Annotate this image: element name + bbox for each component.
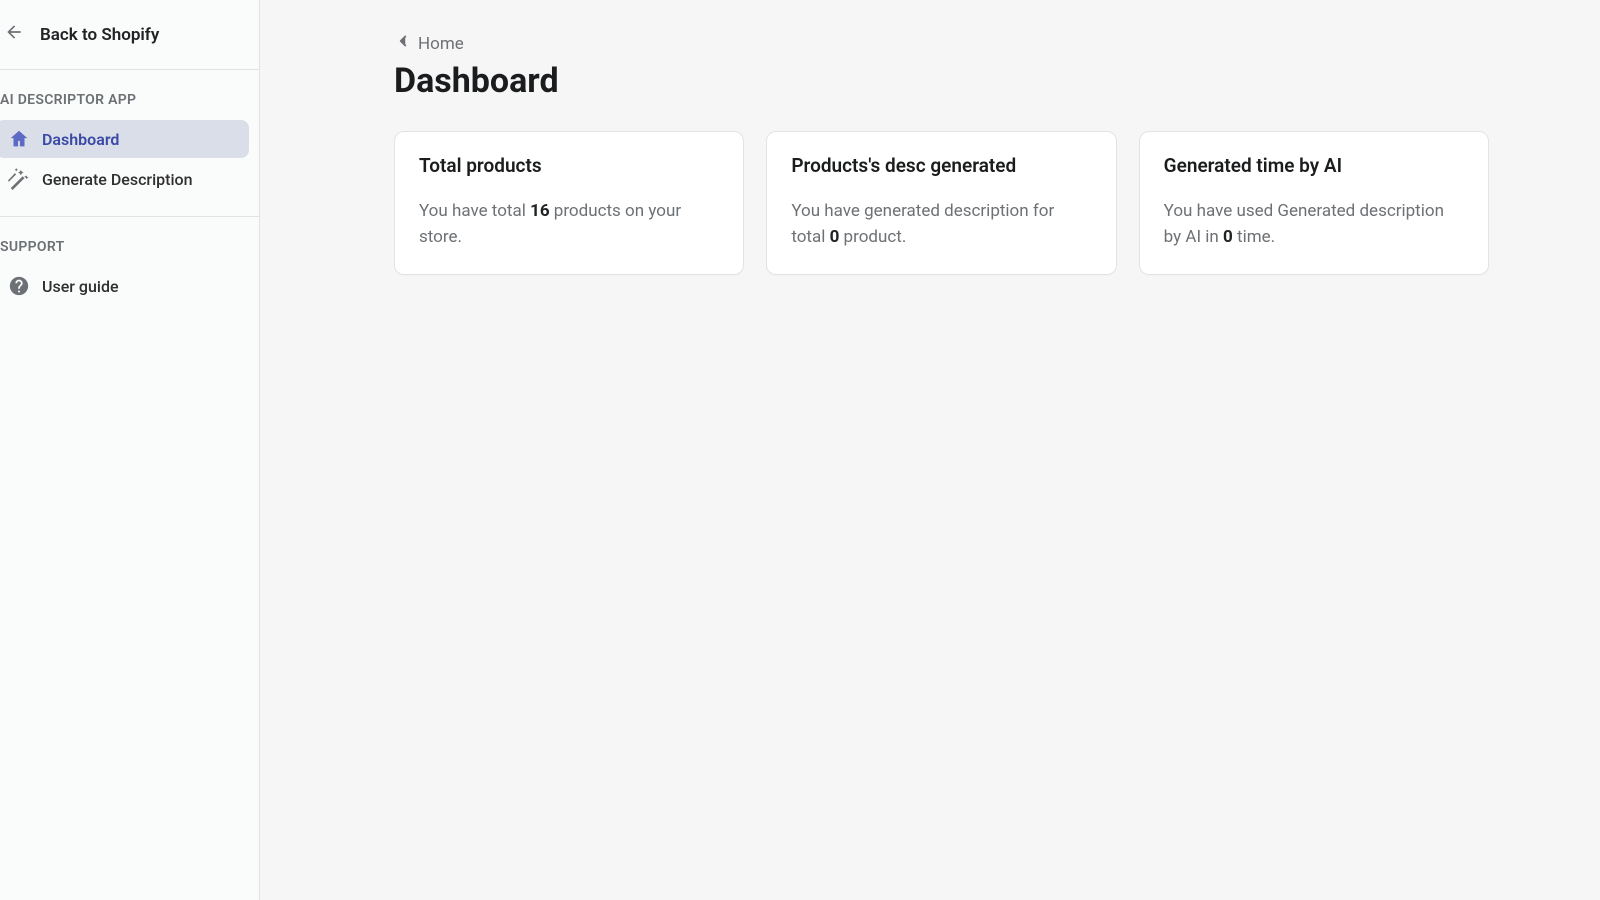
card-total-products: Total products You have total 16 product… — [394, 131, 744, 275]
card-body: You have used Generated description by A… — [1164, 199, 1464, 250]
back-to-shopify-label: Back to Shopify — [40, 25, 159, 45]
sidebar-item-label: Generate Description — [42, 170, 193, 189]
sidebar-item-label: User guide — [42, 277, 119, 296]
section-support: SUPPORT User guide — [0, 217, 259, 323]
card-title: Total products — [419, 154, 719, 177]
card-title: Products's desc generated — [791, 154, 1091, 177]
wand-icon — [8, 168, 30, 190]
card-desc-generated: Products's desc generated You have gener… — [766, 131, 1116, 275]
card-value: 0 — [830, 227, 840, 247]
breadcrumb-label: Home — [418, 34, 464, 54]
main-content: Home Dashboard Total products You have t… — [260, 0, 1600, 900]
card-body: You have total 16 products on your store… — [419, 199, 719, 250]
section-header-support: SUPPORT — [0, 217, 259, 265]
card-value: 0 — [1223, 227, 1233, 247]
arrow-left-icon — [4, 22, 24, 47]
section-header-app: AI DESCRIPTOR APP — [0, 70, 259, 118]
card-body: You have generated description for total… — [791, 199, 1091, 250]
stats-cards: Total products You have total 16 product… — [394, 131, 1489, 275]
sidebar: Back to Shopify AI DESCRIPTOR APP Dashbo… — [0, 0, 260, 900]
page-title: Dashboard — [394, 61, 1489, 101]
sidebar-item-label: Dashboard — [42, 130, 119, 149]
sidebar-item-user-guide[interactable]: User guide — [0, 267, 249, 305]
card-generated-time: Generated time by AI You have used Gener… — [1139, 131, 1489, 275]
chevron-left-icon — [394, 32, 412, 55]
help-icon — [8, 275, 30, 297]
card-text-after: time. — [1233, 227, 1275, 247]
section-app: AI DESCRIPTOR APP Dashboard Generate Des… — [0, 70, 259, 217]
card-text-before: You have total — [419, 201, 530, 221]
back-to-shopify-link[interactable]: Back to Shopify — [0, 0, 259, 70]
card-text-after: product. — [839, 227, 906, 247]
sidebar-item-dashboard[interactable]: Dashboard — [0, 120, 249, 158]
card-title: Generated time by AI — [1164, 154, 1464, 177]
card-value: 16 — [530, 201, 550, 221]
home-icon — [8, 128, 30, 150]
sidebar-item-generate-description[interactable]: Generate Description — [0, 160, 249, 198]
breadcrumb[interactable]: Home — [394, 32, 1489, 55]
card-text-before: You have used Generated description by A… — [1164, 201, 1444, 247]
